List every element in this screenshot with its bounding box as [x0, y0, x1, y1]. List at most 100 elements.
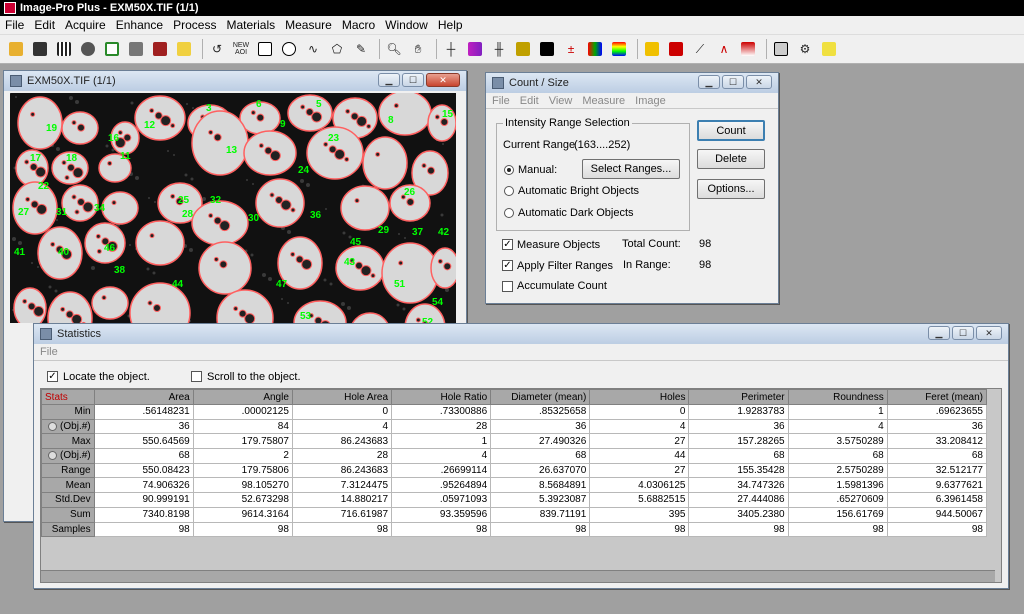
- row-header[interactable]: Samples: [41, 521, 95, 538]
- graph-icon[interactable]: ∧: [714, 39, 734, 59]
- histogram-icon[interactable]: [465, 39, 485, 59]
- magic-wand-icon[interactable]: ✎: [351, 39, 371, 59]
- polygon-icon[interactable]: ⬠: [327, 39, 347, 59]
- crosshair-icon[interactable]: [537, 39, 557, 59]
- auto-dark-radio[interactable]: [504, 208, 514, 218]
- count-menu-edit[interactable]: Edit: [520, 95, 539, 107]
- lut-icon[interactable]: [609, 39, 629, 59]
- object-locate-icon[interactable]: [48, 451, 58, 461]
- row-header[interactable]: Sum: [41, 506, 95, 523]
- hand-icon[interactable]: ✋︎: [408, 39, 428, 59]
- column-header-diameter-mean[interactable]: Diameter (mean): [490, 389, 591, 405]
- particle-hole: [35, 166, 47, 178]
- stats-column-header[interactable]: Stats: [41, 389, 95, 405]
- book-icon[interactable]: [150, 39, 170, 59]
- row-header[interactable]: Std.Dev: [41, 492, 95, 508]
- acquire-icon[interactable]: [78, 39, 98, 59]
- maximize-button[interactable]: ☐: [952, 326, 974, 340]
- row-header[interactable]: (Obj.#): [41, 418, 95, 435]
- ellipse-icon[interactable]: [279, 39, 299, 59]
- manual-radio[interactable]: [504, 165, 514, 175]
- close-button[interactable]: ✕: [976, 326, 1002, 340]
- locate-object-checkbox[interactable]: ✓: [47, 371, 58, 382]
- auto-bright-radio[interactable]: [504, 186, 514, 196]
- undo-icon[interactable]: ↺: [207, 39, 227, 59]
- scroll-object-checkbox[interactable]: [191, 371, 202, 382]
- save-icon[interactable]: [30, 39, 50, 59]
- calc-icon[interactable]: ±: [561, 39, 581, 59]
- measure-objects-checkbox[interactable]: ✓: [502, 239, 513, 250]
- close-button[interactable]: ✕: [746, 75, 772, 89]
- stats-bottom-bar[interactable]: [41, 570, 995, 582]
- chart-icon[interactable]: [738, 39, 758, 59]
- enhance-icon[interactable]: [102, 39, 122, 59]
- row-header[interactable]: (Obj.#): [41, 448, 95, 464]
- column-header-angle[interactable]: Angle: [192, 389, 293, 405]
- print-icon[interactable]: [126, 39, 146, 59]
- intensity-range-group: Intensity Range Selection Current Range …: [496, 117, 690, 231]
- count-icon[interactable]: [666, 39, 686, 59]
- close-button[interactable]: ✕: [426, 73, 460, 87]
- row-header[interactable]: Mean: [41, 477, 95, 494]
- count-menu-file[interactable]: File: [492, 95, 510, 107]
- stats-menu-file[interactable]: File: [40, 346, 58, 358]
- column-header-hole-ratio[interactable]: Hole Ratio: [391, 389, 492, 405]
- accumulate-count-checkbox[interactable]: [502, 281, 513, 292]
- settings-icon[interactable]: ⚙︎: [795, 39, 815, 59]
- measure-lines-icon[interactable]: ┼: [441, 39, 461, 59]
- column-header-perimeter[interactable]: Perimeter: [688, 389, 789, 405]
- menu-measure[interactable]: Measure: [280, 18, 337, 32]
- menu-window[interactable]: Window: [380, 18, 433, 32]
- image-window-titlebar[interactable]: EXM50X.TIF (1/1) ▁ ☐ ✕: [4, 71, 466, 91]
- grid-icon[interactable]: [54, 39, 74, 59]
- rect-icon[interactable]: [255, 39, 275, 59]
- count-menu-measure[interactable]: Measure: [582, 95, 625, 107]
- count-menu-image[interactable]: Image: [635, 95, 666, 107]
- object-locate-icon[interactable]: [48, 421, 58, 431]
- count-size-titlebar[interactable]: Count / Size ▁ ☐ ✕: [486, 73, 778, 93]
- row-header[interactable]: Range: [41, 462, 95, 479]
- menu-edit[interactable]: Edit: [29, 18, 60, 32]
- column-header-feret-mean[interactable]: Feret (mean): [886, 389, 988, 405]
- menu-materials[interactable]: Materials: [221, 18, 280, 32]
- apply-filter-checkbox[interactable]: ✓: [502, 260, 513, 271]
- column-header-hole-area[interactable]: Hole Area: [291, 389, 393, 405]
- new-aoi-icon[interactable]: NEW AOI: [231, 39, 251, 59]
- color-map-icon[interactable]: [585, 39, 605, 59]
- menu-macro[interactable]: Macro: [337, 18, 380, 32]
- open-icon[interactable]: [6, 39, 26, 59]
- macro-icon[interactable]: [771, 39, 791, 59]
- menu-help[interactable]: Help: [433, 18, 468, 32]
- line-profile-icon[interactable]: ⟋: [690, 39, 710, 59]
- mail-icon[interactable]: [174, 39, 194, 59]
- zoom-icon[interactable]: 🔍︎: [384, 39, 404, 59]
- menu-acquire[interactable]: Acquire: [60, 18, 111, 32]
- row-header[interactable]: Min: [41, 404, 95, 420]
- freeform-icon[interactable]: ∿: [303, 39, 323, 59]
- maximize-button[interactable]: ☐: [402, 73, 424, 87]
- select-ranges-button[interactable]: Select Ranges...: [582, 159, 680, 179]
- column-header-area[interactable]: Area: [93, 389, 194, 405]
- delete-button[interactable]: Delete: [697, 149, 765, 169]
- micrograph-image[interactable]: 19 16 12 3 6 9 5 8 15 17 18 11 13 23 22 24 26 25 32 27 31 34 2…: [10, 93, 456, 323]
- edit-icon[interactable]: [819, 39, 839, 59]
- minimize-button[interactable]: ▁: [928, 326, 950, 340]
- row-header[interactable]: Max: [41, 433, 95, 450]
- menu-enhance[interactable]: Enhance: [111, 18, 168, 32]
- menu-process[interactable]: Process: [168, 18, 221, 32]
- maximize-button[interactable]: ☐: [722, 75, 744, 89]
- object-number-label: 18: [66, 153, 78, 164]
- column-header-roundness[interactable]: Roundness: [787, 389, 888, 405]
- minimize-button[interactable]: ▁: [698, 75, 720, 89]
- calipers-icon[interactable]: ╫: [489, 39, 509, 59]
- threshold-icon[interactable]: [642, 39, 662, 59]
- statistics-titlebar[interactable]: Statistics ▁ ☐ ✕: [34, 324, 1008, 344]
- options-button[interactable]: Options...: [697, 179, 765, 199]
- count-menu-view[interactable]: View: [549, 95, 573, 107]
- column-header-holes[interactable]: Holes: [589, 389, 690, 405]
- menu-file[interactable]: File: [0, 18, 29, 32]
- minimize-button[interactable]: ▁: [378, 73, 400, 87]
- layers-icon[interactable]: [513, 39, 533, 59]
- count-button[interactable]: Count: [697, 120, 765, 141]
- table-cell: 68: [886, 448, 988, 464]
